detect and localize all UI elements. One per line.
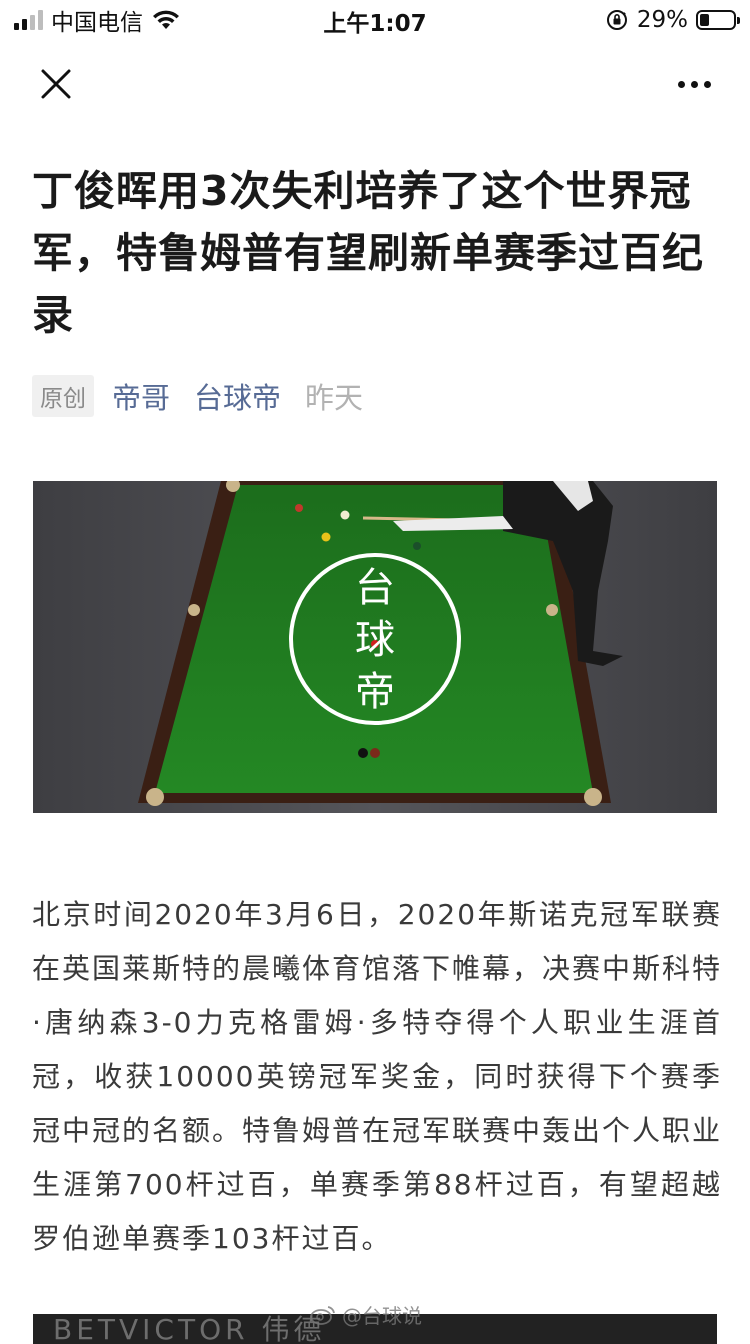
article-title: 丁俊晖用3次失利培养了这个世界冠军，特鲁姆普有望刷新单赛季过百纪录 [32,167,704,339]
logo-char-2: 球 [355,617,395,663]
ball [413,542,421,550]
battery-level [700,14,709,26]
pocket [584,788,602,806]
article-meta: 原创 帝哥 台球帝 昨天 [32,375,364,417]
watermark: @台球说 [310,1300,422,1329]
next-image-text: BETVICTOR 伟德 [53,1314,326,1344]
status-bar: 中国电信 上午1:07 29% [0,0,750,40]
more-icon [677,80,685,88]
rotation-lock-icon [606,10,627,30]
more-icon-dot [703,80,711,88]
close-button[interactable] [30,58,82,110]
weibo-icon [310,1305,335,1325]
pocket [546,604,558,616]
pocket [188,604,200,616]
snooker-table-illustration: 台 球 帝 [33,481,717,813]
battery-percent: 29% [636,7,688,33]
hero-image[interactable]: 台 球 帝 [33,481,717,813]
status-right: 29% [605,6,740,34]
nav-bar [0,44,750,124]
publish-date: 昨天 [305,381,364,415]
ball [321,532,331,542]
more-icon-dot [690,80,698,88]
ball [295,504,303,512]
battery-icon [696,10,740,30]
author-link[interactable]: 帝哥 [112,375,170,417]
close-icon [41,69,71,99]
logo-char-3: 帝 [355,669,395,715]
ball [358,748,368,758]
account-link[interactable]: 台球帝 [194,375,281,417]
ball [340,510,350,520]
ball [370,748,380,758]
pocket [146,788,164,806]
more-button[interactable] [668,58,720,110]
original-tag: 原创 [32,375,94,417]
article-paragraph: 北京时间2020年3月6日，2020年斯诺克冠军联赛在英国莱斯特的晨曦体育馆落下… [32,898,723,1255]
logo-char-1: 台 [355,565,395,611]
watermark-text: @台球说 [342,1304,422,1328]
